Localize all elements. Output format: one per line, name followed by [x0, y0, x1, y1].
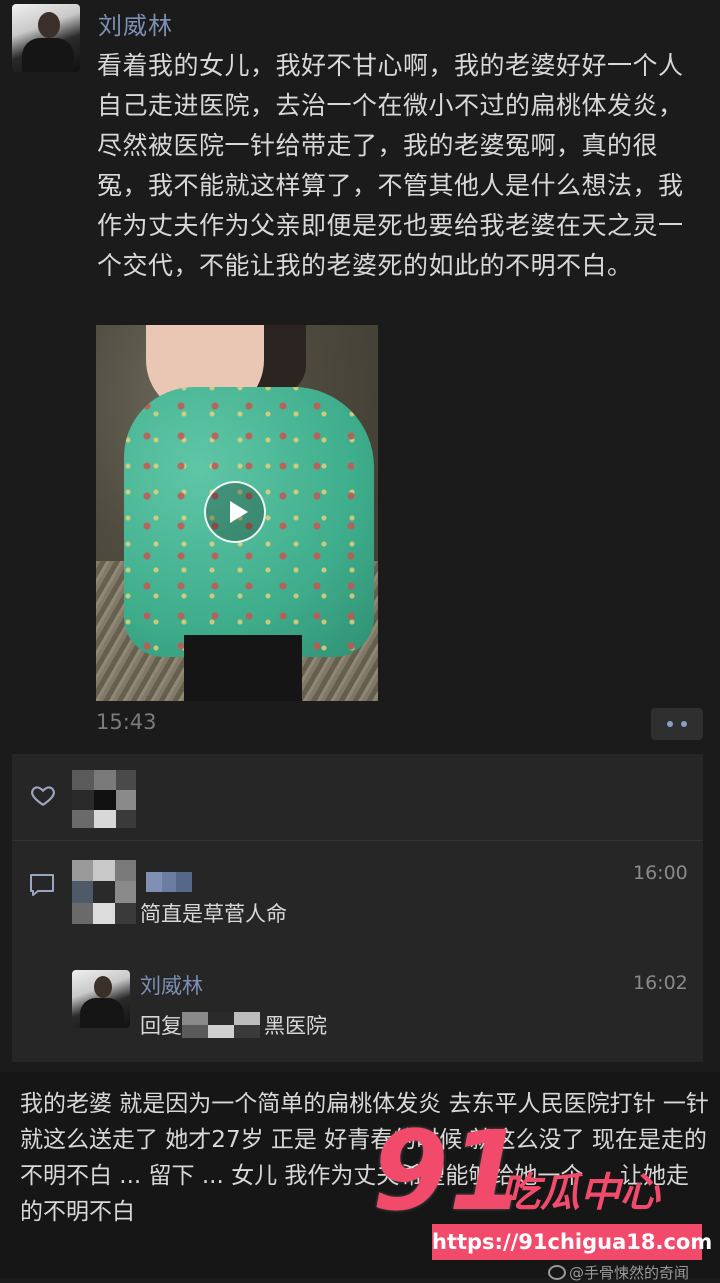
liker-avatar-blurred[interactable]: [72, 770, 136, 828]
reply-target-blurred: [182, 1012, 260, 1038]
post-text: 看着我的女儿，我好不甘心啊，我的老婆好好一个人自己走进医院，去治一个在微小不过的…: [97, 51, 684, 280]
weibo-credit-text: @手骨悚然的奇闻: [569, 1264, 690, 1282]
more-icon: [681, 721, 687, 727]
avatar-body: [80, 998, 124, 1028]
avatar-head: [38, 12, 60, 38]
reply-text: 黑医院: [264, 1014, 327, 1038]
commenter-name-blurred[interactable]: [146, 872, 192, 892]
avatar-head: [94, 976, 112, 998]
reply-prefix: 回复: [140, 1014, 182, 1038]
author-name[interactable]: 刘威林: [98, 6, 173, 41]
watermark-url: https://91chigua18.com: [432, 1224, 712, 1260]
black-pants: [184, 635, 302, 701]
avatar-body: [22, 38, 74, 72]
divider: [12, 840, 703, 841]
author-avatar[interactable]: [12, 4, 80, 72]
post-time: 15:43: [96, 710, 157, 734]
more-button[interactable]: [651, 708, 703, 740]
heart-icon[interactable]: [30, 782, 56, 808]
weibo-credit: @手骨悚然的奇闻: [548, 1262, 689, 1283]
comment-icon: [30, 874, 54, 896]
watermark-name: 吃瓜中心: [500, 1170, 660, 1216]
reply-author-name[interactable]: 刘威林: [140, 970, 203, 1000]
commenter-avatar-blurred[interactable]: [72, 860, 136, 924]
comment-text: 简直是草菅人命: [140, 902, 287, 926]
reply-time: 16:02: [633, 972, 688, 994]
reply-author-avatar[interactable]: [72, 970, 130, 1028]
comment-time: 16:00: [633, 862, 688, 884]
play-icon[interactable]: [204, 481, 266, 543]
more-icon: [667, 721, 673, 727]
video-thumbnail[interactable]: [96, 325, 378, 701]
